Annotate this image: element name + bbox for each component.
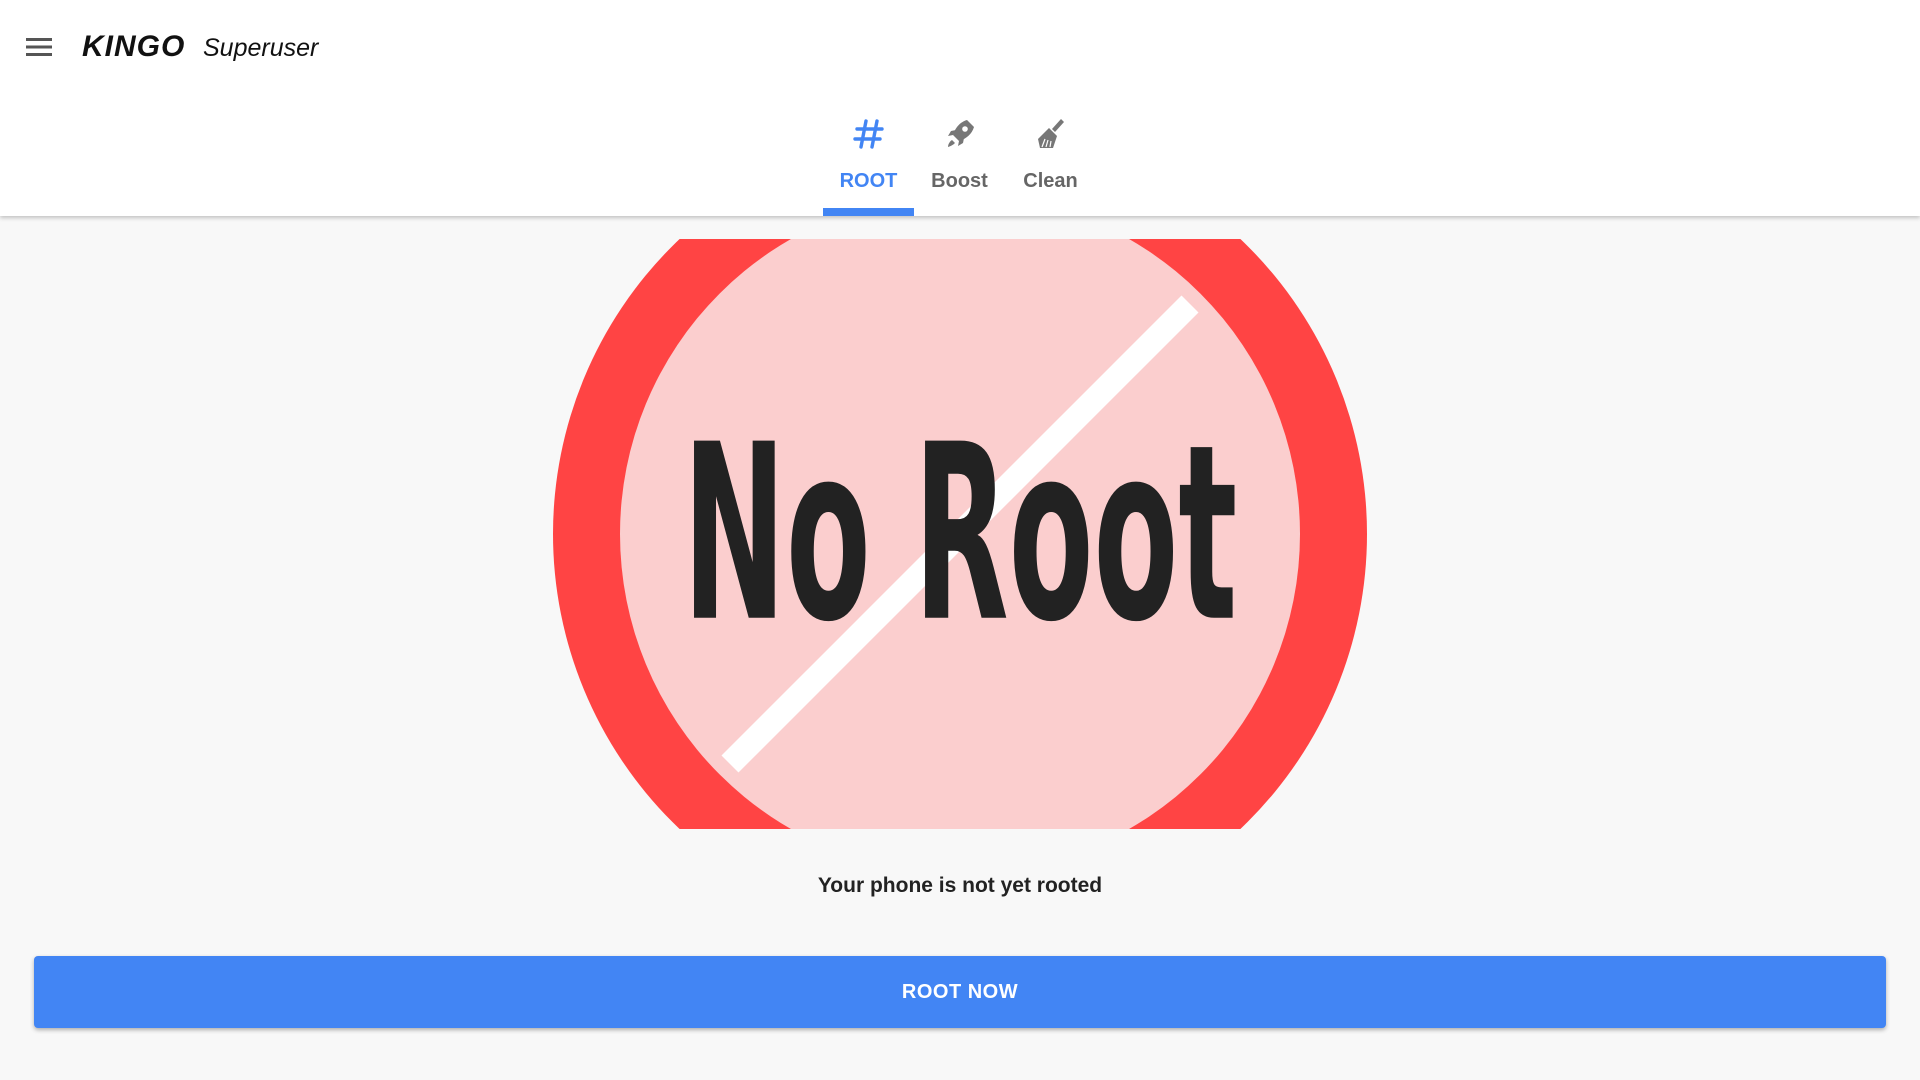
hash-icon <box>823 114 914 154</box>
app-bar: KINGO Superuser ROOT Boost Clean <box>0 0 1920 216</box>
rocket-icon <box>914 114 1005 154</box>
broom-icon <box>1005 114 1096 154</box>
app-subtitle: Superuser <box>203 34 319 62</box>
root-now-button[interactable]: ROOT NOW <box>34 956 1886 1028</box>
hamburger-menu-icon[interactable] <box>24 32 60 64</box>
no-root-illustration: No Root <box>550 239 1370 829</box>
root-now-label: ROOT NOW <box>901 980 1019 1003</box>
no-root-text: No Root <box>683 393 1238 676</box>
brand-logo: KINGO <box>82 30 186 63</box>
tab-boost[interactable]: Boost <box>914 110 1005 216</box>
tab-clean[interactable]: Clean <box>1005 110 1096 216</box>
root-status-message: Your phone is not yet rooted <box>817 874 1103 897</box>
tab-bar: ROOT Boost Clean <box>823 110 1096 216</box>
tab-boost-label: Boost <box>931 170 988 192</box>
tab-root-label: ROOT <box>839 170 898 192</box>
tab-root[interactable]: ROOT <box>823 110 914 216</box>
tab-clean-label: Clean <box>1023 170 1078 192</box>
